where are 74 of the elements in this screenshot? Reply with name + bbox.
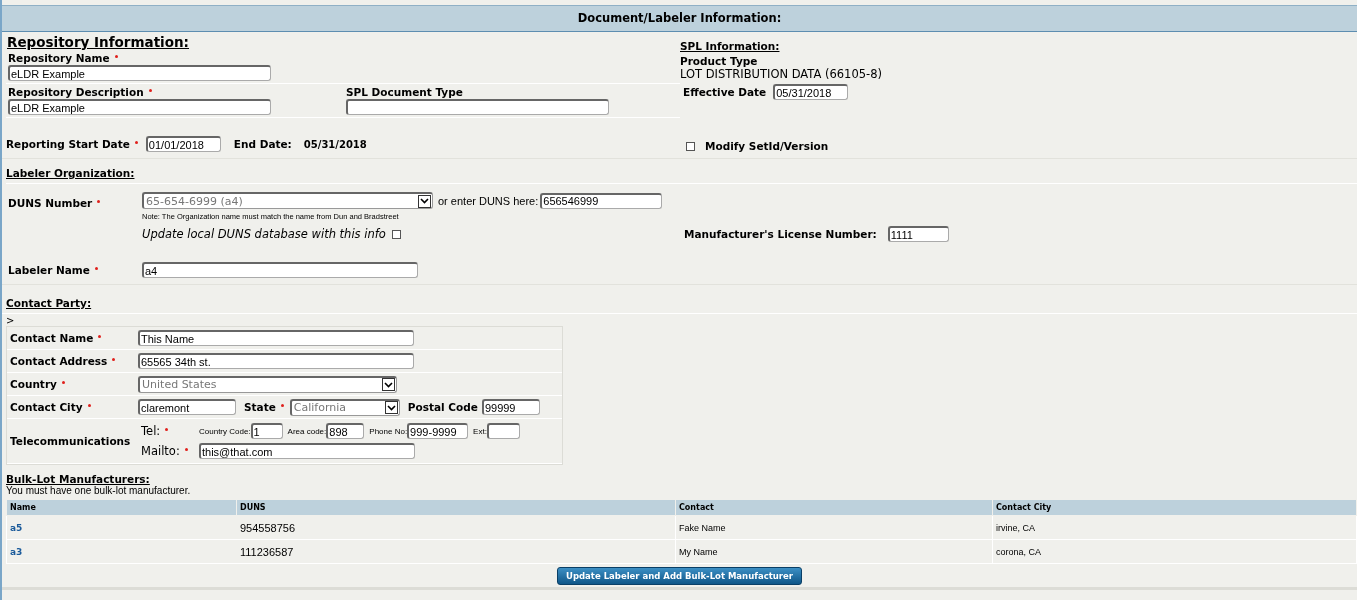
checkbox[interactable] (391, 229, 401, 239)
text-field[interactable]: this@that.com (199, 443, 415, 459)
table-cell: 954558756 (240, 521, 296, 534)
caret-icon (386, 404, 396, 411)
field-label: Contact Name (10, 332, 94, 344)
column-header: Contact (675, 499, 993, 516)
page-header: Document/Labeler Information: (2, 5, 1357, 32)
field-label: Tel: (141, 424, 161, 438)
text-field[interactable]: claremont (138, 399, 236, 415)
text-field[interactable]: 1 (250, 423, 283, 439)
field-label: Effective Date (683, 86, 767, 98)
text-field[interactable]: 65565 34th st. (138, 353, 414, 369)
section-heading: Repository Information: (6, 33, 191, 50)
text-field[interactable]: 99999 (481, 399, 540, 415)
text-field[interactable]: a4 (142, 262, 418, 278)
update-button[interactable]: Update Labeler and Add Bulk-Lot Manufacturer (557, 567, 802, 585)
field-label: Contact Address (10, 355, 108, 367)
field-label: or enter DUNS here: (438, 194, 539, 207)
section-heading: SPL Information: (680, 40, 781, 52)
column-header: Contact City (992, 499, 1357, 516)
checkbox-label: Modify SetId/Version (705, 140, 829, 152)
field-label: Telecommunications (10, 435, 132, 447)
table-cell: My Name (679, 546, 718, 557)
text-field[interactable]: 05/31/2018 (773, 84, 849, 100)
field-label: Area code: (287, 426, 327, 436)
text-field[interactable]: 999-9999 (407, 423, 469, 439)
text-field[interactable]: 1111 (887, 226, 949, 242)
field-label: Ext: (473, 426, 487, 436)
field-label: State (244, 401, 276, 413)
section-heading: Contact Party: (2, 297, 1357, 314)
text-field[interactable]: eLDR Example (8, 65, 271, 81)
caret-icon (384, 381, 393, 388)
field-label: Contact City (10, 401, 83, 413)
dropdown[interactable]: 65-654-6999 (a4) (142, 192, 433, 209)
field-label: Phone No: (369, 426, 408, 436)
text-field[interactable]: 656546999 (540, 192, 663, 209)
end-date-value: 05/31/2018 (303, 138, 367, 150)
text-field[interactable] (346, 99, 609, 115)
dropdown[interactable]: United States (138, 375, 397, 393)
field-label: Repository Name (8, 52, 110, 64)
text-field[interactable]: This Name (138, 330, 414, 346)
field-label: SPL Document Type (346, 86, 463, 98)
field-label: Product Type (680, 55, 759, 67)
caret-icon (420, 198, 429, 204)
field-label: Postal Code (407, 401, 478, 413)
table-cell: corona, CA (996, 546, 1042, 557)
section-heading: Bulk-Lot Manufacturers: (5, 473, 151, 485)
table-cell: Fake Name (679, 522, 726, 533)
field-label: Repository Description (8, 86, 144, 98)
field-label: Manufacturer's License Number: (684, 228, 877, 240)
field-label: Country Code: (199, 426, 251, 436)
checkbox-label: Update local DUNS database with this info (142, 227, 386, 241)
product-type-value: LOT DISTRIBUTION DATA (66105-8) (680, 67, 884, 81)
field-label: Mailto: (141, 444, 180, 458)
field-label: End Date: (233, 138, 292, 150)
checkbox[interactable] (686, 141, 695, 151)
section-heading: Labeler Organization: (6, 167, 1357, 184)
dropdown[interactable]: California (289, 398, 400, 416)
table-cell: irvine, CA (996, 522, 1035, 533)
text-field[interactable]: 898 (326, 423, 365, 439)
note-text: You must have one bulk-lot manufacturer. (5, 485, 192, 498)
column-header: DUNS (236, 499, 676, 516)
field-label: Country (10, 378, 57, 390)
text-field[interactable] (486, 423, 520, 439)
text-field[interactable]: 01/01/2018 (145, 136, 221, 152)
marker-text: > (5, 314, 16, 326)
manufacturer-link[interactable]: a5 (10, 522, 23, 533)
table-cell: 111236587 (240, 545, 294, 558)
text-field[interactable]: eLDR Example (8, 99, 271, 115)
field-label: Reporting Start Date (6, 138, 130, 150)
field-label: Labeler Name (8, 264, 90, 276)
field-label: DUNS Number (8, 197, 93, 209)
manufacturer-link[interactable]: a3 (10, 546, 23, 557)
column-header: Name (6, 499, 237, 516)
